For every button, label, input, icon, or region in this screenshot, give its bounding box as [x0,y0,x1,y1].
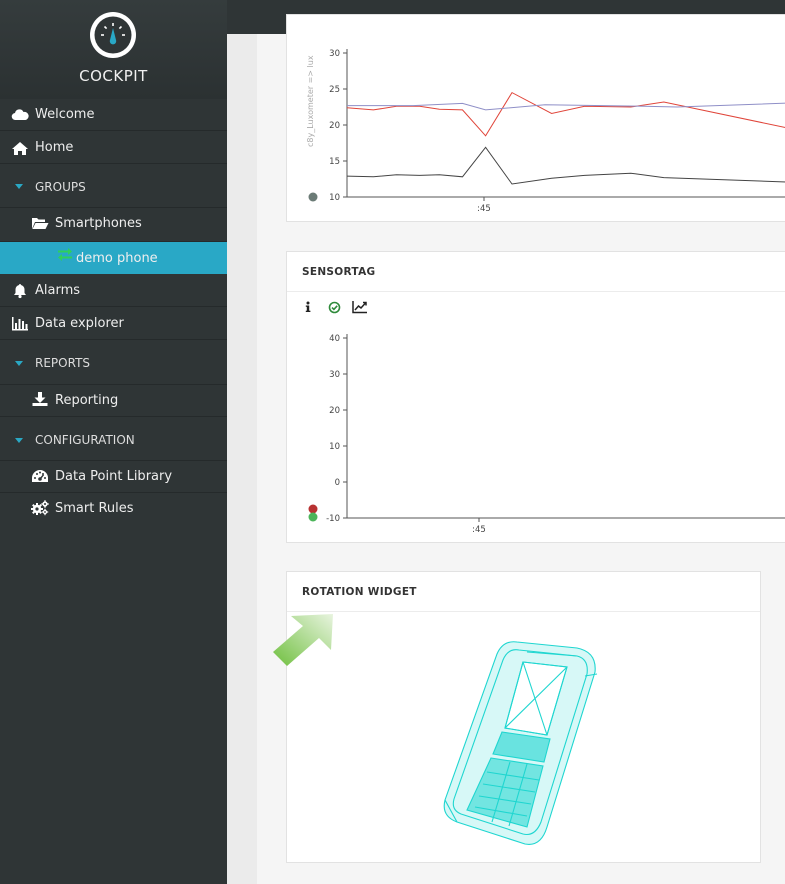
caret-down-icon [15,184,23,189]
y-tick-label: 25 [329,85,340,95]
luxometer-chart[interactable]: c8y_Luxometer => lux 10 15 20 25 30 :45 [287,15,785,223]
dashboard-icon [32,470,48,482]
sidebar-section-label: CONFIGURATION [35,433,135,447]
y-tick-label: 15 [329,157,340,167]
sidebar-item-welcome[interactable]: Welcome [0,99,227,131]
sidebar-section-configuration[interactable]: CONFIGURATION [0,417,227,461]
sidebar-item-label: Smartphones [55,216,142,231]
widget-header-divider [287,611,760,612]
folder-open-icon [32,218,49,229]
sensortag-widget: SENSORTAG -10 0 10 20 30 40:45 [286,251,785,543]
y-tick-label: 20 [329,406,340,416]
series-line-2[interactable] [347,101,785,111]
luxometer-widget: c8y_Luxometer => lux 10 15 20 25 30 :45 [286,14,785,222]
series-line-1[interactable] [346,91,785,140]
sidebar-section-label: GROUPS [35,180,86,194]
sidebar-item-demo-phone[interactable]: demo phone [0,242,234,274]
caret-down-icon [15,438,23,443]
cogs-icon [31,500,49,516]
y-axis-title: c8y_Luxometer => lux [306,55,315,147]
sidebar-section-groups[interactable]: GROUPS [0,165,227,208]
download-icon [32,392,48,406]
green-arrow-icon [273,614,333,666]
sidebar-item-home[interactable]: Home [0,132,227,164]
legend-dot[interactable] [308,192,318,202]
sidebar-section-reports[interactable]: REPORTS [0,341,227,385]
rotation-widget: ROTATION WIDGET [286,571,761,863]
y-tick-label: 40 [329,334,340,344]
bell-icon [14,284,26,299]
sidebar-item-data-explorer[interactable]: Data explorer [0,308,227,340]
sidebar-item-data-point-library[interactable]: Data Point Library [0,461,227,493]
home-icon [12,142,28,155]
sidebar-item-label: Data Point Library [55,469,173,484]
y-tick-label: 20 [329,121,340,131]
y-tick-label: 10 [329,193,340,203]
sidebar-item-label: Alarms [35,283,81,298]
sidebar-item-label: Reporting [55,393,119,408]
sidebar-item-label: Welcome [35,107,95,122]
brand[interactable]: COCKPIT [0,0,227,99]
sidebar-item-smart-rules[interactable]: Smart Rules [0,493,227,525]
sidebar-section-label: REPORTS [35,356,91,370]
exchange-icon [58,248,72,261]
y-tick-label: 0 [335,478,340,488]
x-tick-label: :45 [477,204,491,214]
content-gutter [227,34,257,884]
cloud-icon [11,109,29,121]
y-tick-label: 30 [329,370,340,380]
x-tick-label: :45 [472,525,486,535]
legend-dot-green[interactable] [308,512,318,522]
caret-down-icon [15,361,23,366]
sidebar-item-reporting[interactable]: Reporting [0,385,227,417]
phone-3d-model[interactable] [427,632,627,852]
sidebar-item-label: Smart Rules [55,501,134,516]
legend-dot-red[interactable] [308,504,318,514]
y-tick-label: 10 [329,442,340,452]
sidebar-item-label: Data explorer [35,316,124,331]
bar-chart-icon [12,317,28,331]
sidebar: COCKPIT Welcome Home GROUPS Smartphones [0,0,234,884]
app-name: COCKPIT [79,67,148,85]
y-tick-label: 30 [329,49,340,59]
sidebar-item-alarms[interactable]: Alarms [0,275,227,307]
gauge-icon [90,12,136,58]
dashboard-area: c8y_Luxometer => lux 10 15 20 25 30:45 SENSO… [257,14,785,884]
widget-title: ROTATION WIDGET [302,586,417,598]
sidebar-item-label: demo phone [76,251,158,266]
y-tick-label: -10 [326,514,340,524]
sidebar-item-smartphones[interactable]: Smartphones [0,208,227,242]
sensortag-chart[interactable]: -10 0 10 20 30 40 :45 [287,252,785,544]
series-line-3[interactable] [346,146,785,185]
sidebar-item-label: Home [35,140,74,155]
